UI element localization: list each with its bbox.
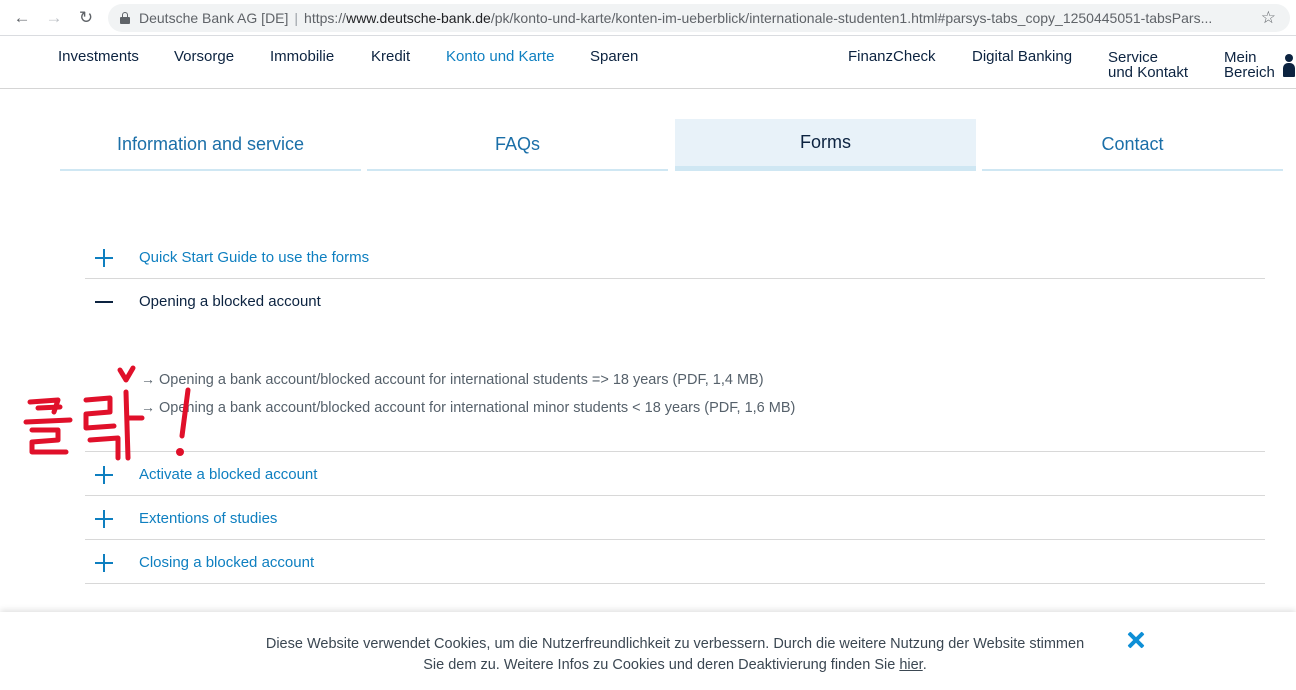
tab-faqs[interactable]: FAQs [367, 119, 668, 171]
cookie-line-2: Sie dem zu. Weitere Infos zu Cookies und… [200, 655, 1150, 676]
plus-icon [95, 249, 113, 267]
url-separator: | [294, 10, 299, 26]
pdf-link-under-18[interactable]: → Opening a bank account/blocked account … [141, 399, 795, 416]
nav-item-immobilie[interactable]: Immobilie [270, 49, 334, 64]
nav-item-konto-und-karte[interactable]: Konto und Karte [446, 49, 554, 64]
pdf-link-text: Opening a bank account/blocked account f… [159, 400, 796, 416]
nav-item-mein-bereich[interactable]: Mein Bereich [1224, 50, 1275, 80]
cookie-message: Diese Website verwendet Cookies, um die … [200, 634, 1150, 676]
url-path: /pk/konto-und-karte/konten-im-ueberblick… [490, 10, 1213, 26]
pdf-link-over-18[interactable]: → Opening a bank account/blocked account … [141, 371, 764, 388]
accordion-item-quick-start[interactable]: Quick Start Guide to use the forms [85, 235, 1265, 279]
browser-toolbar: ← → ↻ Deutsche Bank AG [DE] | https://ww… [0, 0, 1296, 36]
mein-label-line1: Mein [1224, 49, 1257, 66]
accordion-item-closing[interactable]: Closing a blocked account [85, 540, 1265, 584]
nav-item-service-kontakt[interactable]: Service und Kontakt [1108, 50, 1188, 80]
cookie-banner: Diese Website verwendet Cookies, um die … [0, 612, 1296, 690]
url-scheme: https:// [304, 10, 347, 26]
main-navigation: Investments Vorsorge Immobilie Kredit Ko… [0, 37, 1296, 89]
url-host: www.deutsche-bank.de [346, 10, 491, 26]
lock-icon[interactable] [120, 12, 130, 24]
plus-icon [95, 510, 113, 528]
accordion-panel-opening-blocked-account: → Opening a bank account/blocked account … [85, 279, 1265, 452]
bookmark-star-icon[interactable]: ☆ [1254, 8, 1276, 28]
accordion-label: Quick Start Guide to use the forms [139, 249, 370, 266]
close-icon[interactable] [1124, 628, 1148, 652]
service-label-line1: Service [1108, 49, 1159, 66]
plus-icon [95, 554, 113, 572]
cookie-info-link[interactable]: hier [899, 657, 922, 673]
cookie-line-2-end: . [922, 657, 927, 673]
nav-item-vorsorge[interactable]: Vorsorge [174, 49, 234, 64]
accordion-item-extentions[interactable]: Extentions of studies [85, 496, 1265, 540]
address-bar[interactable]: Deutsche Bank AG [DE] | https://www.deut… [108, 4, 1290, 32]
accordion-label: Extentions of studies [139, 510, 278, 527]
forward-arrow-icon[interactable]: → [40, 4, 68, 32]
site-identity[interactable]: Deutsche Bank AG [DE] [139, 10, 288, 26]
nav-item-sparen[interactable]: Sparen [590, 49, 638, 64]
nav-item-finanzcheck[interactable]: FinanzCheck [848, 49, 936, 64]
nav-item-investments[interactable]: Investments [58, 49, 139, 64]
tab-contact[interactable]: Contact [982, 119, 1283, 171]
accordion-label: Closing a blocked account [139, 554, 315, 571]
arrow-right-icon: → [141, 399, 155, 415]
tab-information-and-service[interactable]: Information and service [60, 119, 361, 171]
service-label-line2: und Kontakt [1108, 64, 1189, 81]
reload-icon[interactable]: ↻ [72, 4, 100, 32]
nav-item-kredit[interactable]: Kredit [371, 49, 410, 64]
arrow-right-icon: → [141, 371, 155, 387]
user-icon[interactable] [1282, 54, 1296, 78]
back-arrow-icon[interactable]: ← [8, 4, 36, 32]
accordion-item-activate[interactable]: Activate a blocked account [85, 452, 1265, 496]
accordion-label: Activate a blocked account [139, 466, 318, 483]
pdf-link-text: Opening a bank account/blocked account f… [159, 372, 764, 388]
url-text[interactable]: https://www.deutsche-bank.de/pk/konto-un… [304, 10, 1212, 26]
plus-icon [95, 466, 113, 484]
nav-item-digital-banking[interactable]: Digital Banking [972, 49, 1072, 64]
cookie-line-1: Diese Website verwendet Cookies, um die … [265, 636, 1085, 652]
cookie-line-2-text: Sie dem zu. Weitere Infos zu Cookies und… [423, 657, 900, 673]
tab-forms[interactable]: Forms [675, 119, 976, 171]
mein-label-line2: Bereich [1224, 64, 1275, 81]
